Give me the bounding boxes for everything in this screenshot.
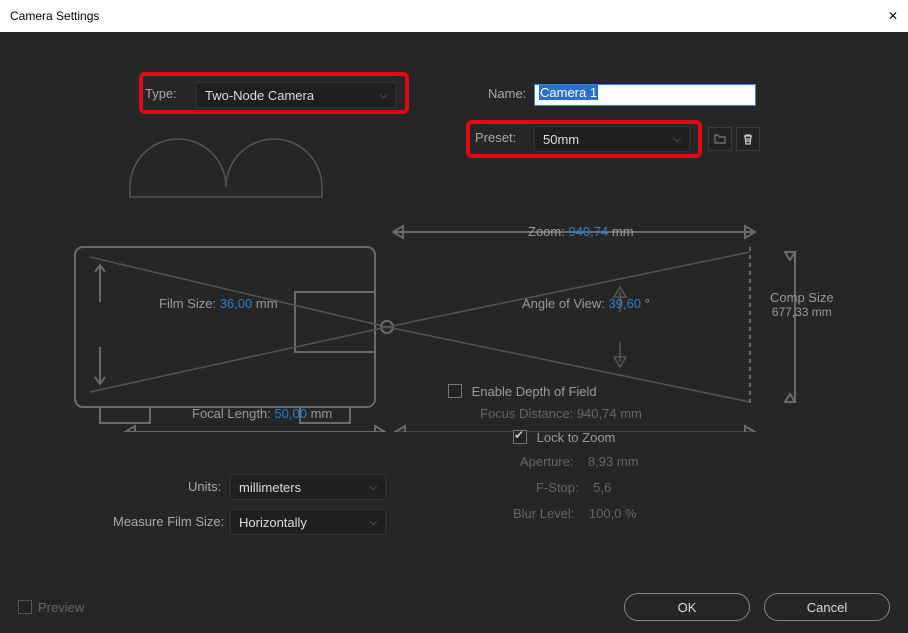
blur-value: 100,0 % xyxy=(589,506,637,521)
units-value: millimeters xyxy=(239,480,301,495)
name-label: Name: xyxy=(488,86,526,101)
lock-zoom-row[interactable]: Lock to Zoom xyxy=(513,430,615,445)
fstop-value: 5,6 xyxy=(593,480,611,495)
window-title: Camera Settings xyxy=(10,9,99,23)
aperture-row: Aperture: 8,93 mm xyxy=(520,454,639,469)
titlebar: Camera Settings ✕ xyxy=(0,0,908,32)
film-size-row: Film Size: 36,00 mm xyxy=(159,296,278,311)
chevron-down-icon: ⌵ xyxy=(369,482,377,493)
enable-dof-label: Enable Depth of Field xyxy=(472,384,597,399)
close-icon[interactable]: ✕ xyxy=(858,9,898,23)
units-label: Units: xyxy=(188,479,221,494)
ok-button[interactable]: OK xyxy=(624,593,750,621)
enable-dof-checkbox[interactable] xyxy=(448,384,462,398)
focal-value[interactable]: 50,00 xyxy=(274,406,307,421)
angle-value[interactable]: 39,60 xyxy=(609,296,642,311)
angle-row: Angle of View: 39,60 ° xyxy=(522,296,650,311)
measure-value: Horizontally xyxy=(239,515,307,530)
camera-settings-window: Camera Settings ✕ Type: Two-Node Camera … xyxy=(0,0,908,633)
aperture-label: Aperture: xyxy=(520,454,573,469)
zoom-unit: mm xyxy=(612,224,634,239)
blur-label: Blur Level: xyxy=(513,506,574,521)
measure-label: Measure Film Size: xyxy=(113,514,224,529)
fstop-row: F-Stop: 5,6 xyxy=(536,480,611,495)
focal-row: Focal Length: 50,00 mm xyxy=(192,406,332,421)
name-input[interactable]: Camera 1 xyxy=(534,84,756,106)
fstop-label: F-Stop: xyxy=(536,480,579,495)
comp-size-block: Comp Size 677,33 mm xyxy=(770,290,834,319)
enable-dof-row[interactable]: Enable Depth of Field xyxy=(448,384,597,399)
film-size-label: Film Size: xyxy=(159,296,216,311)
type-dropdown[interactable]: Two-Node Camera ⌵ xyxy=(196,82,396,108)
lock-zoom-checkbox[interactable] xyxy=(513,430,527,444)
lock-zoom-label: Lock to Zoom xyxy=(537,430,616,445)
zoom-value[interactable]: 940,74 xyxy=(568,224,608,239)
focus-dist-row: Focus Distance: 940,74 mm xyxy=(480,406,642,421)
dialog-content: Type: Two-Node Camera ⌵ Name: Camera 1 P… xyxy=(0,32,908,633)
blur-row: Blur Level: 100,0 % xyxy=(513,506,637,521)
focal-label: Focal Length: xyxy=(192,406,271,421)
angle-label: Angle of View: xyxy=(522,296,605,311)
measure-dropdown[interactable]: Horizontally ⌵ xyxy=(230,509,386,535)
units-dropdown[interactable]: millimeters ⌵ xyxy=(230,474,386,500)
aperture-value: 8,93 mm xyxy=(588,454,639,469)
focus-dist-value: 940,74 mm xyxy=(577,406,642,421)
preview-row[interactable]: Preview xyxy=(18,600,84,615)
film-size-value[interactable]: 36,00 xyxy=(220,296,253,311)
dialog-footer: Preview OK Cancel xyxy=(0,581,908,633)
name-value: Camera 1 xyxy=(539,85,598,100)
chevron-down-icon: ⌵ xyxy=(369,517,377,528)
angle-unit: ° xyxy=(645,296,650,311)
zoom-label: Zoom: xyxy=(528,224,565,239)
chevron-down-icon: ⌵ xyxy=(379,90,387,101)
focal-unit: mm xyxy=(311,406,333,421)
preview-checkbox[interactable] xyxy=(18,600,32,614)
type-value: Two-Node Camera xyxy=(205,88,314,103)
type-label: Type: xyxy=(145,86,177,101)
comp-size-label: Comp Size xyxy=(770,290,834,305)
cancel-button[interactable]: Cancel xyxy=(764,593,890,621)
preview-label: Preview xyxy=(38,600,84,615)
zoom-row: Zoom: 940,74 mm xyxy=(528,224,634,239)
film-size-unit: mm xyxy=(256,296,278,311)
comp-size-value: 677,33 mm xyxy=(770,305,834,319)
focus-dist-label: Focus Distance: xyxy=(480,406,573,421)
